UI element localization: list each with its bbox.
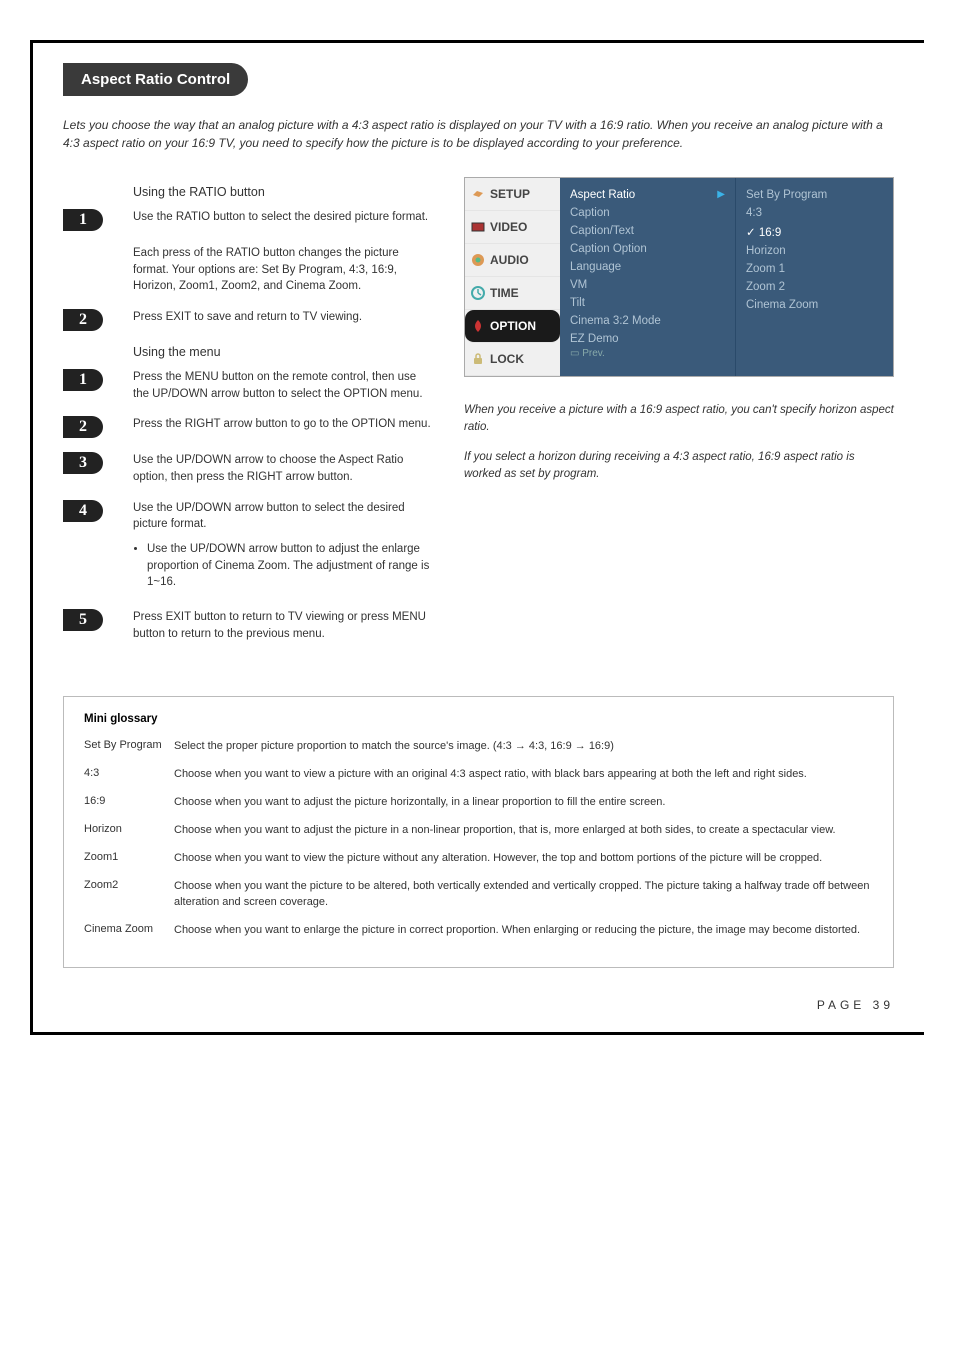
video-icon [471,220,485,234]
osd-submenu: Set By Program 4:3 16:9 Horizon Zoom 1 Z… [735,178,893,376]
osd-prev-label: Prev. [582,348,605,359]
osd-menu-caption-option: Caption Option [570,240,725,258]
osd-tabs: SETUP VIDEO AUDIO TIME [465,178,560,376]
step-badge-2: 2 [63,309,103,331]
intro-text: Lets you choose the way that an analog p… [63,116,894,152]
osd-sub-horizon: Horizon [746,242,883,260]
osd-sub-zoom1: Zoom 1 [746,260,883,278]
time-icon [471,286,485,300]
page-number: PAGE 39 [63,998,894,1012]
gloss-term-5: Zoom2 [84,879,174,911]
menu-step-3: Use the UP/DOWN arrow to choose the Aspe… [133,452,434,485]
osd-sub-cinemazoom: Cinema Zoom [746,296,883,314]
osd-sub-43: 4:3 [746,204,883,222]
lock-icon [471,352,485,366]
gloss-term-6: Cinema Zoom [84,923,174,939]
ratio-step-1: Use the RATIO button to select the desir… [133,209,434,226]
osd-menu-ezdemo: EZ Demo [570,330,725,348]
osd-menu-vm: VM [570,276,725,294]
right-column: SETUP VIDEO AUDIO TIME [464,177,894,656]
gloss-term-0: Set By Program [84,739,174,755]
osd-menu-tilt: Tilt [570,294,725,312]
step-badge-m2: 2 [63,416,103,438]
menu-step-4-text: Use the UP/DOWN arrow button to select t… [133,502,405,531]
gloss-def-1: Choose when you want to view a picture w… [174,767,873,783]
gloss-term-4: Zoom1 [84,851,174,867]
osd-tab-time: TIME [465,277,560,310]
osd-menu: Aspect Ratio ▶ Caption Caption/Text Capt… [560,178,735,376]
gloss-term-3: Horizon [84,823,174,839]
osd-menu-aspect-ratio-label: Aspect Ratio [570,189,635,201]
osd-tab-lock-label: LOCK [490,352,524,366]
osd-menu-caption: Caption [570,204,725,222]
osd-sub-setbyprogram: Set By Program [746,186,883,204]
step-badge-m3: 3 [63,452,103,474]
ratio-heading: Using the RATIO button [133,185,434,199]
gloss-def-0: Select the proper picture proportion to … [174,739,873,755]
setup-icon [471,187,485,201]
gloss-def-2: Choose when you want to adjust the pictu… [174,795,873,811]
gloss-def-6: Choose when you want to enlarge the pict… [174,923,873,939]
osd-tab-time-label: TIME [490,286,519,300]
gloss-term-1: 4:3 [84,767,174,783]
arrow-right-icon: ▶ [717,189,725,201]
osd-menu-language: Language [570,258,725,276]
left-column: Using the RATIO button 1 Use the RATIO b… [63,177,434,656]
osd-tab-lock: LOCK [465,343,560,376]
section-header: Aspect Ratio Control [63,63,248,96]
step-badge-m1: 1 [63,369,103,391]
osd-tab-option: OPTION [465,310,560,343]
step-badge-m5: 5 [63,609,103,631]
page-frame: Aspect Ratio Control Lets you choose the… [30,40,924,1035]
osd-tab-audio: AUDIO [465,244,560,277]
audio-icon [471,253,485,267]
osd-tab-video-label: VIDEO [490,220,527,234]
osd-note-2: If you select a horizon during receiving… [464,449,894,482]
step-badge-m4: 4 [63,500,103,522]
glossary-title: Mini glossary [84,713,873,725]
osd-menu-aspect-ratio: Aspect Ratio ▶ [570,186,725,204]
menu-step-4-bullet: Use the UP/DOWN arrow button to adjust t… [147,541,434,591]
osd-screenshot: SETUP VIDEO AUDIO TIME [464,177,894,377]
osd-tab-option-label: OPTION [490,319,536,333]
menu-step-5: Press EXIT button to return to TV viewin… [133,609,434,642]
gloss-def-5: Choose when you want the picture to be a… [174,879,873,911]
osd-menu-cinema32: Cinema 3:2 Mode [570,312,725,330]
menu-heading: Using the menu [133,345,434,359]
ratio-note: Each press of the RATIO button changes t… [133,245,434,295]
osd-prev: ▭ Prev. [570,348,725,359]
step-badge-1: 1 [63,209,103,231]
osd-tab-video: VIDEO [465,211,560,244]
osd-menu-caption-text: Caption/Text [570,222,725,240]
menu-step-1: Press the MENU button on the remote cont… [133,369,434,402]
gloss-def-4: Choose when you want to view the picture… [174,851,873,867]
mini-glossary: Mini glossary Set By ProgramSelect the p… [63,696,894,968]
gloss-term-2: 16:9 [84,795,174,811]
osd-tab-setup: SETUP [465,178,560,211]
gloss-def-3: Choose when you want to adjust the pictu… [174,823,873,839]
menu-step-4: Use the UP/DOWN arrow button to select t… [133,500,434,595]
menu-step-2: Press the RIGHT arrow button to go to th… [133,416,434,433]
ratio-step-2: Press EXIT to save and return to TV view… [133,309,434,326]
osd-sub-169: 16:9 [746,222,883,242]
osd-tab-setup-label: SETUP [490,187,530,201]
osd-sub-zoom2: Zoom 2 [746,278,883,296]
option-icon [471,319,485,333]
osd-note-1: When you receive a picture with a 16:9 a… [464,402,894,435]
osd-tab-audio-label: AUDIO [490,253,529,267]
